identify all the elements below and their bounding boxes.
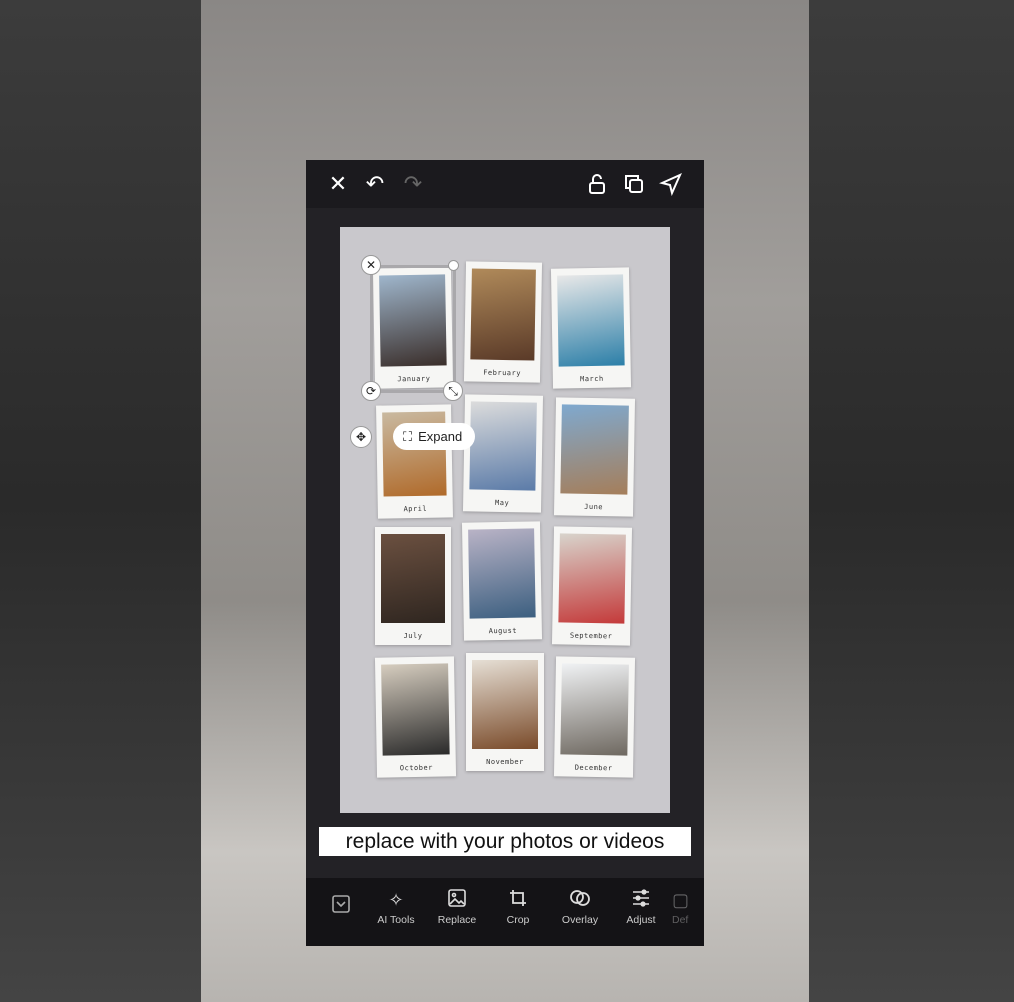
photo: [470, 268, 536, 361]
crop-icon: [488, 888, 548, 912]
send-icon[interactable]: [658, 172, 683, 197]
polaroid-september[interactable]: September: [551, 526, 633, 646]
redo-icon[interactable]: ↷: [401, 172, 425, 196]
selection-box[interactable]: [370, 265, 456, 393]
month-label: February: [483, 368, 522, 378]
defocus-icon: ▢: [672, 890, 690, 910]
month-label: June: [584, 502, 604, 512]
expand-icon: ⛶: [403, 428, 413, 444]
month-label: December: [574, 763, 613, 773]
image-icon: [427, 888, 487, 912]
month-label: July: [403, 632, 423, 640]
month-label: March: [580, 374, 604, 384]
close-icon[interactable]: ✕: [326, 172, 350, 196]
photo: [560, 404, 629, 495]
photo: [468, 528, 536, 619]
adjust-button[interactable]: Adjust: [611, 888, 671, 926]
overlay-icon: [550, 888, 610, 912]
month-label: October: [399, 763, 433, 773]
collapse-icon: [311, 894, 371, 918]
rotate-handle-icon[interactable]: ⟳: [361, 381, 381, 401]
sliders-icon: [611, 888, 671, 912]
month-label: September: [569, 631, 613, 641]
scale-handle-icon[interactable]: ⤡: [443, 381, 463, 401]
polaroid-december[interactable]: December: [553, 656, 636, 778]
polaroid-october[interactable]: October: [374, 656, 457, 778]
month-label: April: [403, 504, 428, 514]
polaroid-february[interactable]: February: [463, 261, 543, 383]
photo: [472, 660, 538, 749]
resize-corner-handle[interactable]: [448, 260, 459, 271]
overlay-button[interactable]: Overlay: [550, 888, 610, 926]
defocus-button[interactable]: ▢ Def: [672, 888, 704, 926]
duplicate-icon[interactable]: [622, 172, 646, 196]
bottom-toolbar: ✧ AI Tools Replace Crop Overlay Adjust ▢ D…: [306, 878, 704, 946]
photo: [557, 274, 625, 367]
photo: [469, 401, 537, 491]
polaroid-march[interactable]: March: [550, 267, 632, 389]
photo: [558, 533, 626, 624]
top-bar: ✕ ↶ ↷: [306, 160, 704, 208]
collapse-button[interactable]: [311, 894, 371, 918]
photo: [560, 663, 629, 756]
caption-text: replace with your photos or videos: [319, 827, 691, 856]
delete-handle-icon[interactable]: ✕: [361, 255, 381, 275]
polaroid-may[interactable]: May: [462, 394, 544, 513]
month-label: November: [486, 758, 524, 766]
replace-button[interactable]: Replace: [427, 888, 487, 926]
sparkle-icon: ✧: [388, 890, 404, 910]
photo: [381, 663, 450, 756]
month-label: August: [488, 626, 518, 636]
move-handle-icon[interactable]: ✥: [350, 426, 372, 448]
unlock-icon[interactable]: [585, 172, 609, 196]
polaroid-july[interactable]: July: [375, 527, 451, 645]
background-left: [0, 0, 201, 1002]
crop-button[interactable]: Crop: [488, 888, 548, 926]
polaroid-august[interactable]: August: [461, 521, 543, 641]
ai-tools-button[interactable]: ✧ AI Tools: [366, 888, 426, 926]
month-label: May: [494, 498, 510, 508]
undo-icon[interactable]: ↶: [363, 172, 387, 196]
expand-button[interactable]: ⛶ Expand: [393, 423, 475, 450]
background-right: [809, 0, 1014, 1002]
polaroid-april[interactable]: April: [376, 404, 453, 519]
polaroid-june[interactable]: June: [553, 397, 636, 517]
photo: [381, 534, 445, 623]
polaroid-november[interactable]: November: [466, 653, 544, 771]
